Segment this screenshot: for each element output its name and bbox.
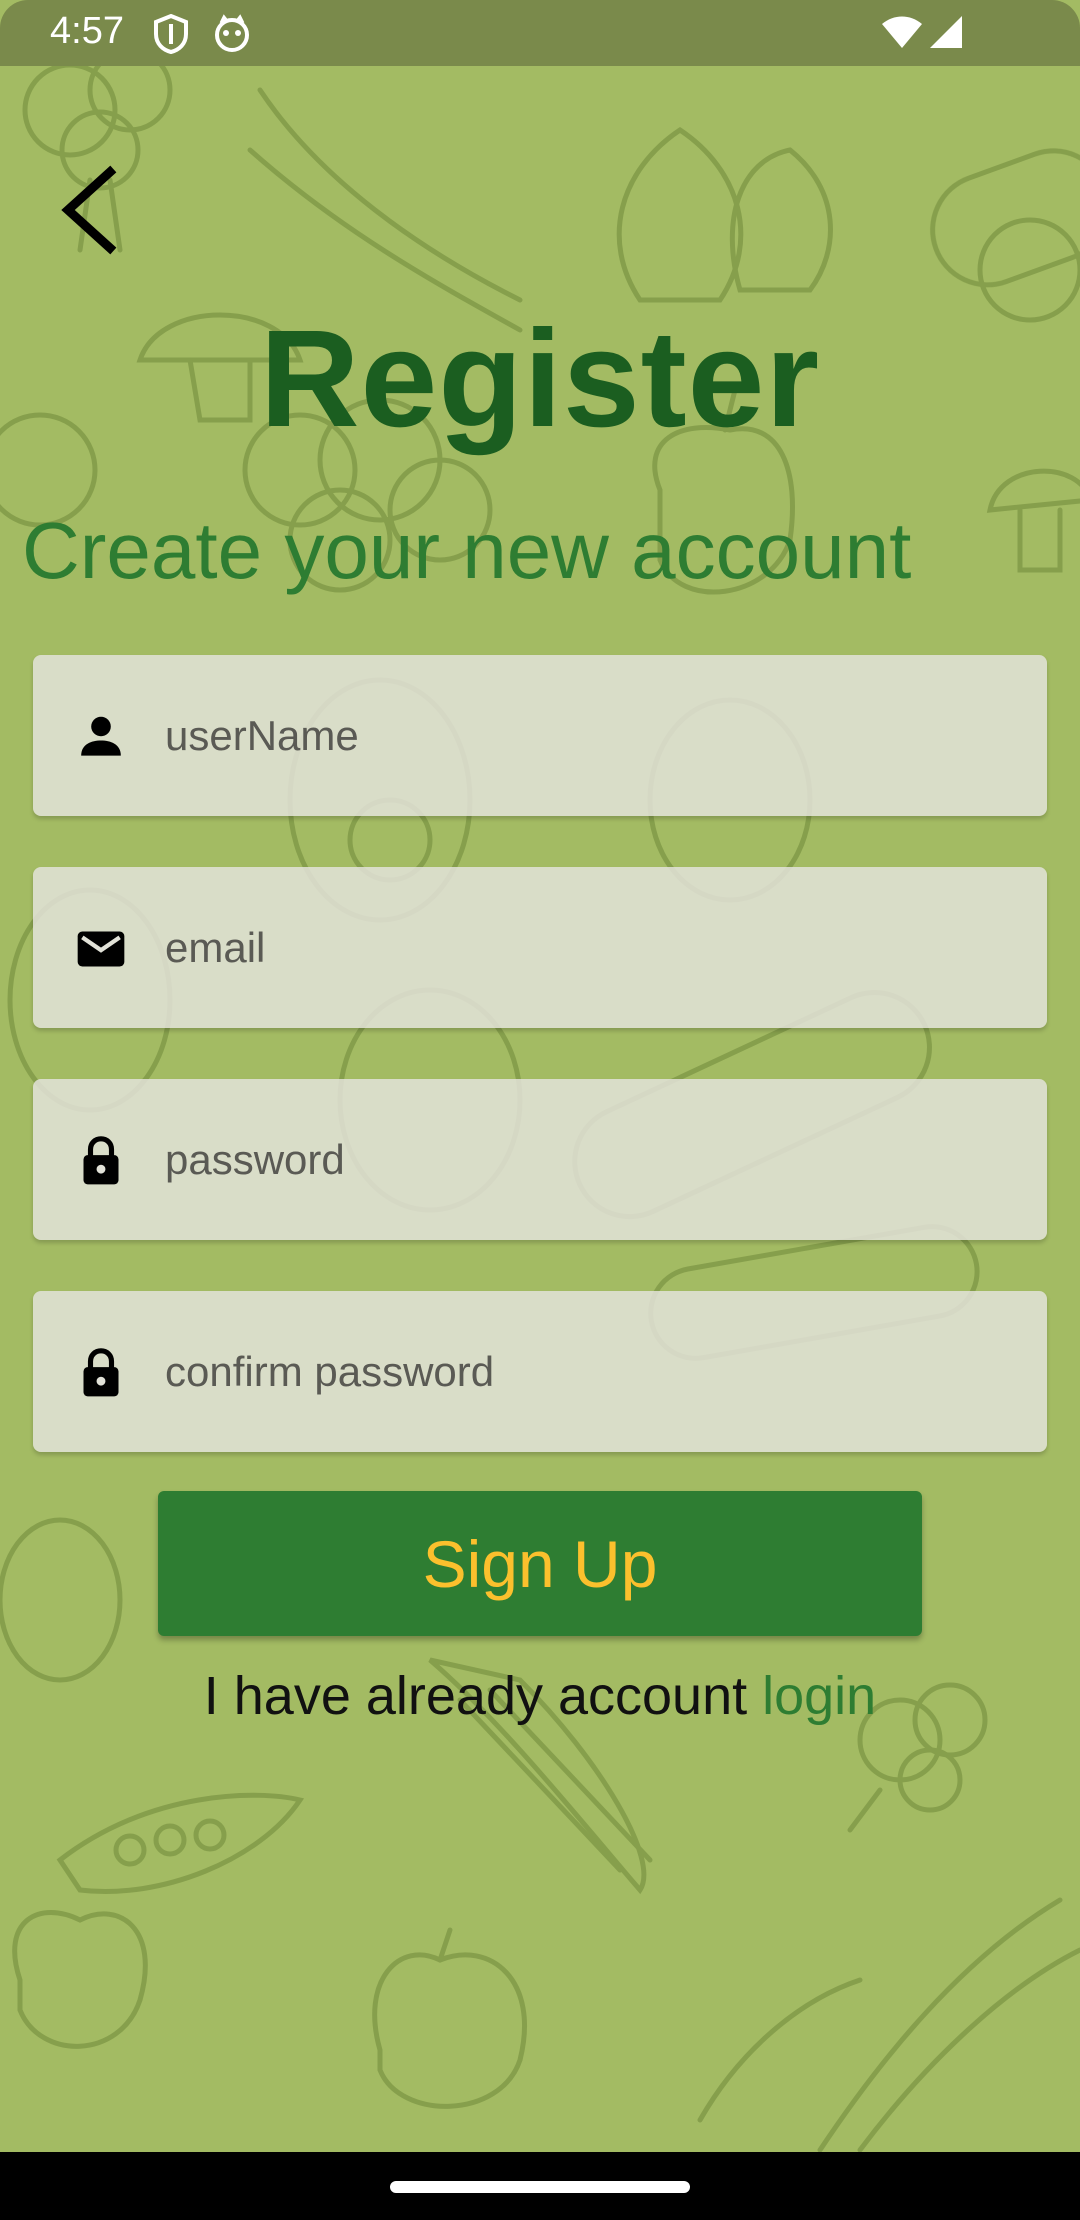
sign-up-button[interactable]: Sign Up [158,1491,922,1636]
confirm-password-field[interactable] [33,1291,1047,1452]
cat-icon [215,14,249,52]
wifi-icon [882,16,922,48]
chevron-left-icon [61,165,117,255]
person-icon [81,716,121,756]
password-field[interactable] [33,1079,1047,1240]
username-input[interactable] [163,685,1027,787]
confirm-password-input[interactable] [163,1321,1027,1423]
page-title: Register [259,302,821,456]
password-input[interactable] [163,1109,1027,1211]
register-screen: 4:57 Register Create your new account us… [0,0,1080,2220]
status-bar: 4:57 [0,0,1080,66]
login-prompt-text: I have already account [203,1666,763,1726]
page-subtitle: Create your new account [22,506,912,595]
email-field[interactable] [33,867,1047,1028]
status-time: 4:57 [50,10,124,52]
username-field[interactable] [33,655,1047,816]
shield-icon [154,14,188,54]
login-link[interactable]: login [762,1666,876,1726]
email-input[interactable] [163,897,1027,999]
login-prompt: I have already account login [0,1665,1080,1727]
home-gesture-handle[interactable] [390,2181,690,2193]
mail-icon [77,931,125,967]
signal-icon [930,16,962,48]
back-button[interactable] [50,160,130,260]
lock-icon [83,1348,119,1397]
lock-icon [83,1136,119,1185]
